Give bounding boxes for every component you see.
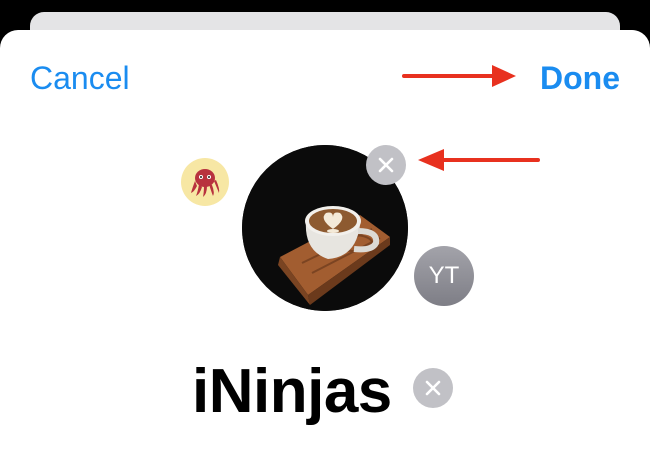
cancel-button[interactable]: Cancel — [30, 60, 130, 96]
remove-photo-button[interactable] — [366, 145, 406, 185]
initials-label: YT — [428, 262, 460, 289]
done-button[interactable]: Done — [540, 60, 620, 96]
octopus-icon — [191, 169, 220, 197]
group-name[interactable]: iNinjas — [192, 356, 392, 428]
clear-name-button[interactable] — [413, 368, 453, 408]
annotation-arrow-remove — [418, 149, 540, 171]
initials-avatar[interactable]: YT — [414, 246, 474, 306]
close-icon — [425, 380, 441, 396]
close-icon — [378, 157, 394, 173]
memoji-avatar[interactable] — [181, 158, 229, 206]
annotation-arrow-done — [402, 65, 516, 87]
